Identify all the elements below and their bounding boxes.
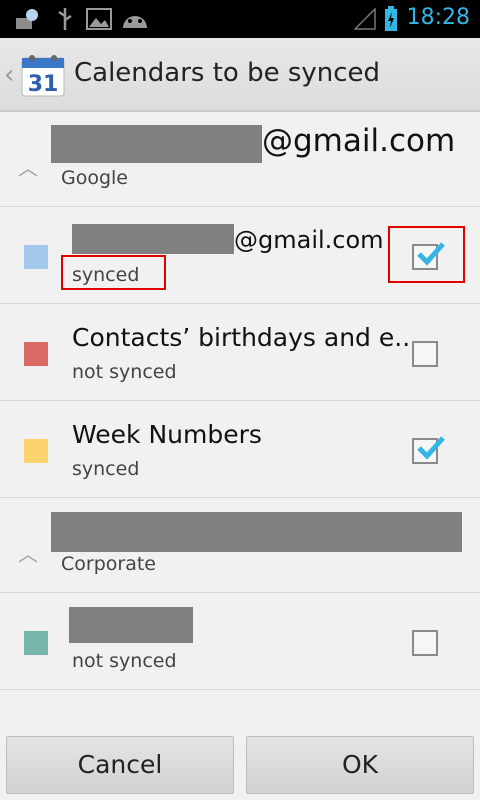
android-debug-icon [123,16,147,28]
highlight-box [388,226,465,283]
account-header-google[interactable]: ︿ @gmail.com Google [0,112,480,207]
calendar-color-swatch [24,631,48,655]
list-item[interactable]: not synced [0,593,480,690]
redacted-email [72,224,234,254]
list-item[interactable]: @gmail.com synced [0,207,480,304]
calendar-status: synced [72,458,140,480]
calendar-title: Week Numbers [72,420,262,449]
redacted-calendar-name [69,607,193,643]
calendar-status: not synced [72,650,177,672]
status-time: 18:28 [406,5,470,30]
calendar-color-swatch [24,439,48,463]
usb-icon [58,8,72,30]
calendar-app-icon[interactable]: 31 [20,52,66,98]
calendar-email-suffix: @gmail.com [234,226,384,254]
account-type: Corporate [61,553,156,575]
chevron-up-icon[interactable]: ︿ [18,538,38,567]
sync-checkbox[interactable] [412,436,445,464]
account-type: Google [61,167,129,189]
calendar-title: Contacts’ birthdays and e.. [72,323,411,352]
ok-button[interactable]: OK [246,736,474,794]
account-header-corporate[interactable]: ︿ Corporate [0,498,480,593]
status-bar: 18:28 [0,0,480,38]
redacted-account-name [51,512,462,552]
sync-checkbox[interactable] [412,341,438,367]
checkmark-icon [417,436,445,460]
action-bar: ‹ 31 Calendars to be synced [0,38,480,112]
redacted-email [51,125,262,163]
button-bar: Cancel OK [0,728,480,800]
list-item[interactable]: Week Numbers synced [0,401,480,498]
calendar-list: ︿ @gmail.com Google @gmail.com synced Co… [0,112,480,690]
notification-icon [16,9,38,29]
highlight-box [61,255,166,290]
cancel-button[interactable]: Cancel [6,736,234,794]
calendar-status: not synced [72,361,177,383]
list-item[interactable]: Contacts’ birthdays and e.. not synced [0,304,480,401]
calendar-icon-number: 31 [28,72,59,97]
chevron-up-icon[interactable]: ︿ [18,152,38,181]
signal-icon [354,8,376,30]
calendar-color-swatch [24,342,48,366]
chevron-left-icon[interactable]: ‹ [4,60,14,90]
gallery-icon [86,8,112,30]
sync-checkbox[interactable] [412,630,438,656]
battery-charging-icon [385,6,397,31]
calendar-color-swatch [24,245,48,269]
account-email-suffix: @gmail.com [262,123,456,159]
page-title: Calendars to be synced [74,58,381,88]
